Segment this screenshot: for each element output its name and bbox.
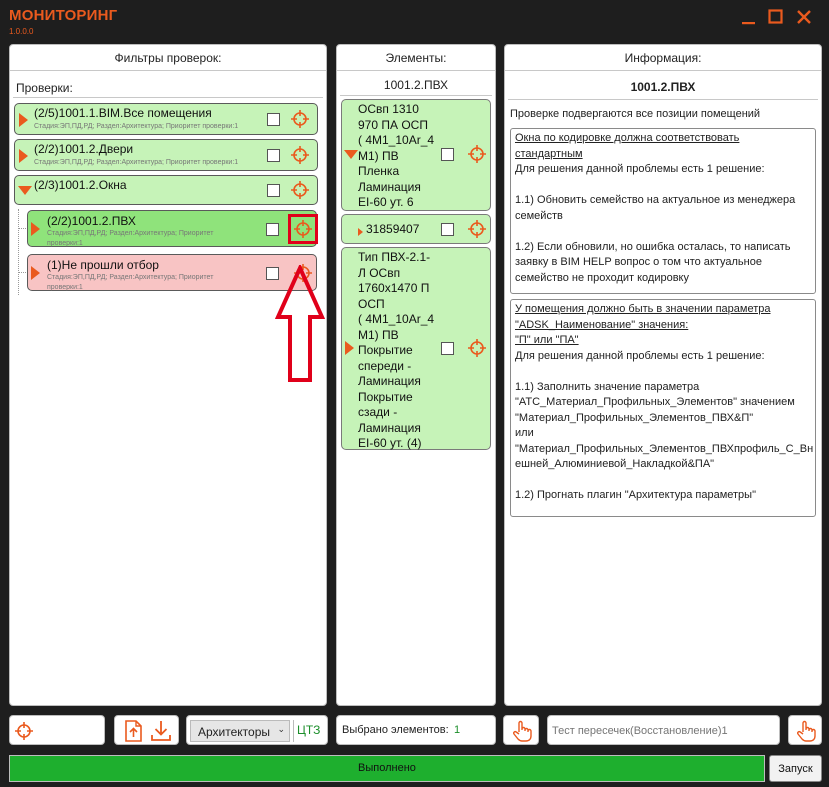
check-item-checkbox[interactable]: [267, 113, 280, 126]
target-icon[interactable]: [467, 144, 487, 164]
intersection-hand-button[interactable]: [788, 715, 822, 745]
target-icon[interactable]: [293, 219, 313, 239]
check-item-failed[interactable]: (1)Не прошли отбор Стадия:ЭП,ПД,РД; Разд…: [27, 254, 317, 291]
info-problem-box: У помещения должно быть в значении парам…: [510, 299, 816, 517]
expand-arrow-icon[interactable]: [345, 341, 354, 355]
check-item-title: (2/2)1001.2.ПВХ: [47, 214, 136, 228]
collapse-arrow-icon[interactable]: [18, 186, 32, 195]
discipline-box: Архитекторы ⌄ ЦТЗ: [186, 715, 328, 745]
target-icon[interactable]: [467, 219, 487, 239]
target-button[interactable]: [9, 715, 105, 745]
element-item[interactable]: ОСвп 1310 970 ПА ОСП ( 4М1_10Ar_4 М1) ПВ…: [341, 99, 491, 211]
check-item-title: (2/3)1001.2.Окна: [34, 178, 127, 192]
filters-sub-label: Проверки:: [16, 81, 73, 95]
check-item-expanded[interactable]: (2/3)1001.2.Окна: [14, 175, 318, 205]
check-item-title: (2/5)1001.1.BIM.Все помещения: [34, 106, 212, 120]
check-item-subtitle: Стадия:ЭП,ПД,РД; Раздел:Архитектура; При…: [47, 230, 214, 247]
target-icon[interactable]: [290, 180, 310, 200]
maximize-icon[interactable]: [767, 8, 785, 26]
expand-arrow-icon[interactable]: [31, 266, 40, 280]
up-arrow-annotation: [275, 265, 325, 382]
check-item-subtitle: Стадия:ЭП,ПД,РД; Раздел:Архитектура; При…: [47, 274, 214, 291]
element-item-label: Тип ПВХ-2.1- Л ОСвп 1760х1470 П ОСП ( 4М…: [358, 250, 435, 450]
check-item-checkbox[interactable]: [267, 184, 280, 197]
element-item[interactable]: Тип ПВХ-2.1- Л ОСвп 1760х1470 П ОСП ( 4М…: [341, 247, 491, 450]
check-item-title: (1)Не прошли отбор: [47, 258, 159, 272]
info-problem-heading: Окна по кодировке должна соответствовать…: [515, 132, 740, 160]
element-item-checkbox[interactable]: [441, 148, 454, 161]
selected-count: 1: [454, 724, 461, 736]
selected-count-box: Выбрано элементов: 1: [336, 715, 496, 745]
element-item[interactable]: 31859407: [341, 214, 491, 244]
target-icon: [15, 722, 33, 740]
app-version: 1.0.0.0: [9, 27, 34, 36]
hand-pointer-icon: [797, 720, 816, 742]
progress-bar: Выполнено: [9, 755, 765, 782]
progress-text: Выполнено: [358, 762, 416, 774]
info-sub-label: 1001.2.ПВХ: [630, 80, 696, 94]
check-item-selected[interactable]: (2/2)1001.2.ПВХ Стадия:ЭП,ПД,РД; Раздел:…: [27, 210, 318, 247]
check-item-checkbox[interactable]: [266, 223, 279, 236]
target-icon[interactable]: [290, 109, 310, 129]
chevron-down-icon: ⌄: [277, 725, 285, 735]
elements-header: Элементы:: [337, 45, 495, 71]
intersection-test-field[interactable]: [547, 715, 780, 745]
selected-label: Выбрано элементов:: [342, 724, 449, 736]
export-icon[interactable]: [121, 719, 145, 743]
close-icon[interactable]: [795, 8, 813, 26]
expand-arrow-icon[interactable]: [19, 113, 28, 127]
minimize-icon[interactable]: [740, 8, 758, 26]
intersection-test-input[interactable]: [552, 722, 774, 740]
select-hand-button[interactable]: [503, 715, 539, 745]
elements-panel: Элементы: 1001.2.ПВХ ОСвп 1310 970 ПА ОС…: [336, 44, 496, 706]
ctz-button[interactable]: ЦТЗ: [297, 723, 320, 737]
expand-arrow-icon[interactable]: [31, 222, 40, 236]
discipline-select[interactable]: Архитекторы ⌄: [190, 720, 290, 742]
run-button[interactable]: Запуск: [769, 755, 822, 782]
check-item-subtitle: Стадия:ЭП,ПД,РД; Раздел:Архитектура; При…: [34, 159, 239, 166]
collapse-arrow-icon[interactable]: [344, 150, 358, 159]
app-window: МОНИТОРИНГ 1.0.0.0 Фильтры проверок: Про…: [0, 0, 829, 787]
hand-pointer-icon: [513, 720, 532, 742]
element-item-checkbox[interactable]: [441, 223, 454, 236]
target-icon[interactable]: [467, 338, 487, 358]
discipline-select-value: Архитекторы: [198, 725, 270, 739]
filters-header: Фильтры проверок:: [10, 45, 326, 71]
info-problem-box: Окна по кодировке должна соответствовать…: [510, 128, 816, 294]
check-item-checkbox[interactable]: [267, 149, 280, 162]
info-header: Информация:: [505, 45, 821, 71]
check-item-subtitle: Стадия:ЭП,ПД,РД; Раздел:Архитектура; При…: [34, 123, 239, 130]
target-icon[interactable]: [290, 145, 310, 165]
element-item-checkbox[interactable]: [441, 342, 454, 355]
check-item-title: (2/2)1001.2.Двери: [34, 142, 134, 156]
download-icon[interactable]: [149, 719, 173, 743]
elements-sub-label: 1001.2.ПВХ: [383, 78, 449, 92]
check-item[interactable]: (2/2)1001.2.Двери Стадия:ЭП,ПД,РД; Разде…: [14, 139, 318, 171]
expand-arrow-icon[interactable]: [19, 149, 28, 163]
info-problem-body: Для решения данной проблемы есть 1 решен…: [515, 163, 796, 284]
info-problem-body: Для решения данной проблемы есть 1 решен…: [515, 349, 814, 502]
element-item-label: ОСвп 1310 970 ПА ОСП ( 4М1_10Ar_4 М1) ПВ…: [358, 102, 435, 209]
info-problem-heading: У помещения должно быть в значении парам…: [515, 303, 771, 346]
info-panel: Информация: 1001.2.ПВХ Проверке подверга…: [504, 44, 822, 706]
element-item-label: 31859407: [366, 222, 420, 236]
expand-arrow-icon[interactable]: [358, 228, 363, 236]
filters-panel: Фильтры проверок: Проверки: (2/5)1001.1.…: [9, 44, 327, 706]
check-item[interactable]: (2/5)1001.1.BIM.Все помещения Стадия:ЭП,…: [14, 103, 318, 135]
export-buttons: [114, 715, 179, 745]
app-title: МОНИТОРИНГ: [9, 7, 118, 24]
info-intro: Проверке подвергаются все позиции помеще…: [510, 108, 761, 120]
